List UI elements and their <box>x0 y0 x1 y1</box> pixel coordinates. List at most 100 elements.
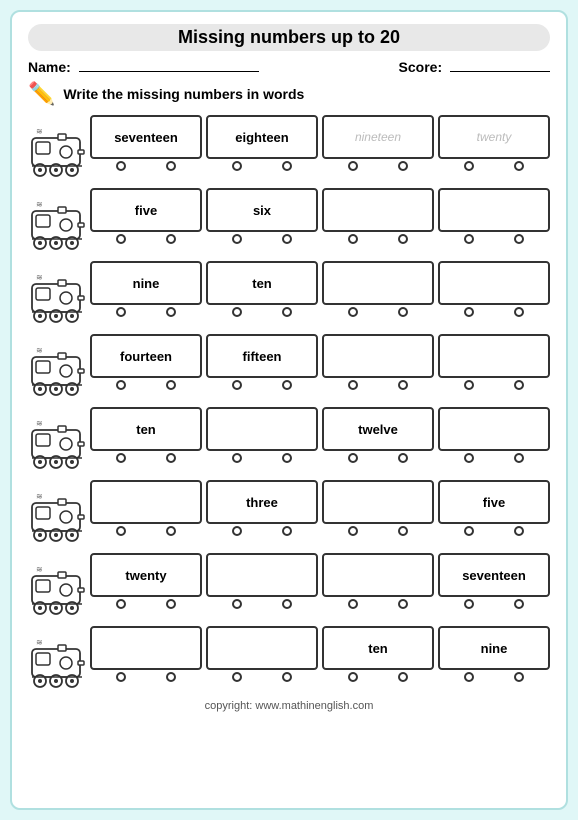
train-row-1: ≋ five six <box>28 188 550 254</box>
engine: ≋ <box>28 126 86 170</box>
car-wrapper <box>322 261 434 317</box>
car-body: ten <box>90 407 202 451</box>
car-body[interactable] <box>438 261 550 305</box>
car-body: three <box>206 480 318 524</box>
wheel-right <box>282 526 292 536</box>
car-wheels <box>206 597 318 609</box>
car-wrapper: ten <box>90 407 202 463</box>
wheel-left <box>232 234 242 244</box>
car-wheels <box>322 159 434 171</box>
car-wrapper: twenty <box>90 553 202 609</box>
car-body[interactable] <box>322 480 434 524</box>
car-wheels <box>322 597 434 609</box>
wheel-right <box>166 380 176 390</box>
car-body[interactable] <box>206 407 318 451</box>
wheel-left <box>464 161 474 171</box>
car-body: twenty <box>90 553 202 597</box>
car-wrapper: five <box>90 188 202 244</box>
car-wrapper: fifteen <box>206 334 318 390</box>
wheel-right <box>514 161 524 171</box>
wheel-right <box>398 161 408 171</box>
car-wrapper: twelve <box>322 407 434 463</box>
wheel-right <box>398 453 408 463</box>
cars-group: nine ten <box>90 261 550 327</box>
train-row-4: ≋ ten <box>28 407 550 473</box>
car-wheels <box>438 451 550 463</box>
engine: ≋ <box>28 345 86 389</box>
cars-group: fourteen fifteen <box>90 334 550 400</box>
car-body[interactable] <box>322 188 434 232</box>
page-title: Missing numbers up to 20 <box>28 24 550 51</box>
car-wheels <box>322 232 434 244</box>
car-body[interactable] <box>90 626 202 670</box>
page: Missing numbers up to 20 Name: Score: ✏️… <box>10 10 568 810</box>
car-wheels <box>206 232 318 244</box>
car-wheels <box>322 451 434 463</box>
wheel-left <box>116 453 126 463</box>
car-wheels <box>90 232 202 244</box>
svg-text:≋: ≋ <box>36 273 43 282</box>
wheel-left <box>464 599 474 609</box>
train-row-3: ≋ fourteen fifteen <box>28 334 550 400</box>
car-body: fourteen <box>90 334 202 378</box>
wheel-left <box>232 380 242 390</box>
car-wheels <box>438 159 550 171</box>
svg-text:≋: ≋ <box>36 200 43 209</box>
wheel-right <box>282 672 292 682</box>
wheel-right <box>166 307 176 317</box>
cars-group: twenty seventeen <box>90 553 550 619</box>
car-body: ten <box>322 626 434 670</box>
car-body: nineteen <box>322 115 434 159</box>
car-wrapper <box>90 480 202 536</box>
car-wrapper: seventeen <box>438 553 550 609</box>
wheel-right <box>514 672 524 682</box>
car-wheels <box>206 451 318 463</box>
wheel-left <box>348 526 358 536</box>
cars-group: three five <box>90 480 550 546</box>
score-line[interactable] <box>450 71 550 72</box>
engine: ≋ <box>28 637 86 681</box>
car-wheels <box>206 670 318 682</box>
car-wheels <box>322 524 434 536</box>
train-row-7: ≋ <box>28 626 550 692</box>
car-wheels <box>322 305 434 317</box>
car-wrapper <box>322 480 434 536</box>
car-wrapper: nine <box>438 626 550 682</box>
wheel-left <box>348 161 358 171</box>
car-body[interactable] <box>206 626 318 670</box>
car-body[interactable] <box>438 334 550 378</box>
car-wrapper: seventeen <box>90 115 202 171</box>
car-wheels <box>438 597 550 609</box>
car-wrapper: five <box>438 480 550 536</box>
car-wrapper <box>322 334 434 390</box>
wheel-left <box>348 599 358 609</box>
car-body[interactable] <box>322 334 434 378</box>
cars-group: ten nine <box>90 626 550 692</box>
cars-group: ten twelve <box>90 407 550 473</box>
cars-group: five six <box>90 188 550 254</box>
svg-text:≋: ≋ <box>36 127 43 136</box>
car-body[interactable] <box>206 553 318 597</box>
wheel-left <box>116 599 126 609</box>
wheel-left <box>348 234 358 244</box>
car-wheels <box>322 378 434 390</box>
car-wrapper: six <box>206 188 318 244</box>
name-score-row: Name: Score: <box>28 59 550 75</box>
wheel-right <box>398 526 408 536</box>
car-wheels <box>438 305 550 317</box>
car-body[interactable] <box>438 188 550 232</box>
wheel-left <box>232 453 242 463</box>
footer: copyright: www.mathinenglish.com <box>28 700 550 712</box>
wheel-right <box>166 453 176 463</box>
car-body[interactable] <box>322 553 434 597</box>
wheel-left <box>464 380 474 390</box>
car-body[interactable] <box>322 261 434 305</box>
car-body[interactable] <box>90 480 202 524</box>
engine: ≋ <box>28 199 86 243</box>
wheel-right <box>166 161 176 171</box>
wheel-right <box>282 234 292 244</box>
name-line[interactable] <box>79 71 259 72</box>
car-body: five <box>90 188 202 232</box>
car-body[interactable] <box>438 407 550 451</box>
car-wrapper <box>90 626 202 682</box>
